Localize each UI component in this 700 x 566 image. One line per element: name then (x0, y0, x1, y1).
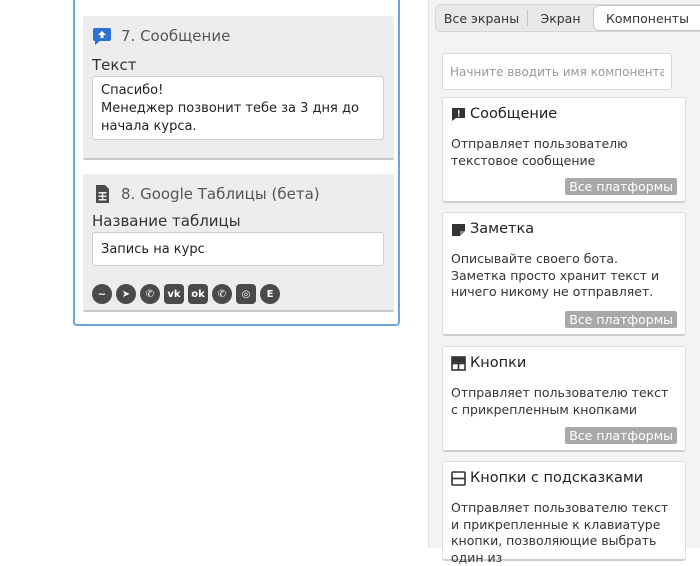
component-description: Описывайте своего бота. Заметка просто х… (451, 251, 660, 299)
component-card-note[interactable]: Заметка Описывайте своего бота. Заметка … (442, 212, 686, 336)
message-text-line: Спасибо! (101, 83, 164, 98)
message-block-header: 7. Сообщение (92, 26, 230, 46)
component-title: Кнопки (451, 355, 526, 371)
message-icon (451, 107, 466, 122)
platforms-badge: Все платформы (565, 178, 677, 195)
keyboard-buttons-icon (451, 470, 466, 486)
component-description: Отправляет пользователю текст и прикрепл… (451, 500, 669, 565)
component-title-text: Кнопки (470, 355, 527, 371)
components-panel: Все экраны Экран Компоненты Сообщение От… (428, 0, 700, 565)
component-card-message[interactable]: Сообщение Отправляет пользователю тексто… (442, 97, 686, 203)
bot-screen-card[interactable]: 7. Сообщение Текст Спасибо! Менеджер поз… (73, 0, 400, 326)
sheet-name-field[interactable]: Запись на курс (92, 232, 384, 266)
tab-components[interactable]: Компоненты (593, 5, 700, 31)
component-title-text: Кнопки с подсказками (470, 470, 644, 486)
component-title-text: Сообщение (470, 106, 558, 122)
odnoklassniki-icon: ok (188, 284, 208, 304)
instagram-icon: ◎ (236, 284, 256, 304)
panel-tabs: Все экраны Экран Компоненты (435, 4, 700, 32)
telegram-icon: ➤ (116, 284, 136, 304)
component-search-input[interactable] (442, 53, 672, 90)
sheets-block-title: 8. Google Таблицы (бета) (121, 185, 320, 203)
sheets-block-header: 8. Google Таблицы (бета) (92, 184, 320, 204)
messenger-icon: ~ (92, 284, 112, 304)
spreadsheet-icon (92, 184, 112, 204)
message-text-line: Менеджер позвонит тебе за 3 дня до (101, 101, 359, 116)
message-block-title: 7. Сообщение (121, 27, 231, 45)
tab-screen[interactable]: Экран (528, 5, 593, 31)
component-title: Сообщение (451, 106, 557, 122)
google-sheets-block[interactable]: 8. Google Таблицы (бета) Название таблиц… (83, 174, 394, 312)
message-text-line: начала курса. (101, 119, 197, 134)
message-block[interactable]: 7. Сообщение Текст Спасибо! Менеджер поз… (83, 16, 394, 160)
message-text-label: Текст (92, 56, 137, 74)
component-description: Отправляет пользователю текстовое сообще… (451, 136, 628, 168)
viber-icon: ✆ (140, 284, 160, 304)
vk-icon: vk (164, 284, 184, 304)
component-title: Заметка (451, 221, 534, 237)
platform-icons-row: ~ ➤ ✆ vk ok ✆ ◎ E (92, 284, 280, 304)
component-card-keyboard-buttons[interactable]: Кнопки с подсказками Отправляет пользова… (442, 461, 686, 565)
component-title: Кнопки с подсказками (451, 470, 643, 486)
component-title-text: Заметка (470, 221, 535, 237)
component-card-buttons[interactable]: Кнопки Отправляет пользователю текст с п… (442, 346, 686, 452)
note-icon (451, 222, 466, 237)
sheet-name-label: Название таблицы (92, 212, 241, 230)
tab-all-screens[interactable]: Все экраны (436, 10, 528, 26)
message-text-field[interactable]: Спасибо! Менеджер позвонит тебе за 3 дня… (92, 76, 384, 140)
buttons-grid-icon (451, 355, 466, 371)
component-description: Отправляет пользователю текст с прикрепл… (451, 385, 669, 417)
whatsapp-icon: ✆ (212, 284, 232, 304)
platforms-badge: Все платформы (565, 311, 677, 328)
platforms-badge: Все платформы (565, 427, 677, 444)
yandex-icon: E (260, 284, 280, 304)
chat-upload-icon (92, 26, 112, 46)
